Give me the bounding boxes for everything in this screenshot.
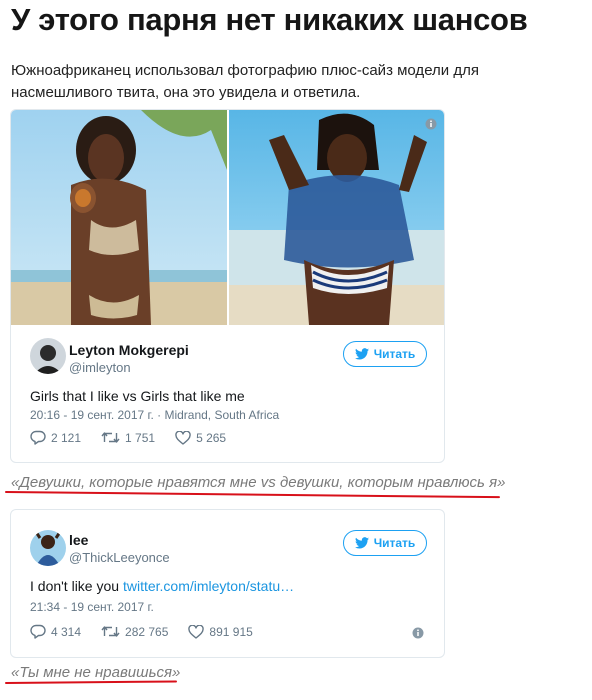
heart-icon bbox=[175, 430, 191, 445]
reply-count: 4 314 bbox=[51, 624, 82, 639]
follow-button[interactable]: Читать bbox=[343, 341, 427, 367]
like-count: 5 265 bbox=[196, 430, 227, 445]
follow-button[interactable]: Читать bbox=[343, 530, 427, 556]
article-title: У этого парня нет никаких шансов bbox=[11, 2, 528, 37]
reply-icon bbox=[30, 624, 46, 639]
tweet-actions: 2 121 1 751 5 265 bbox=[30, 430, 246, 445]
retweet-action[interactable]: 1 751 bbox=[101, 431, 155, 445]
retweet-count: 282 765 bbox=[125, 624, 169, 639]
tweet-card-lee[interactable]: lee @ThickLeeyonce Читать I don't like y… bbox=[10, 509, 445, 658]
tweet-timestamp-location[interactable]: 20:16 - 19 сент. 2017 г. · Midrand, Sout… bbox=[30, 408, 279, 422]
avatar-lee[interactable] bbox=[30, 530, 66, 566]
like-action[interactable]: 891 915 bbox=[188, 624, 253, 639]
author-name[interactable]: lee bbox=[69, 532, 88, 548]
retweet-count: 1 751 bbox=[125, 430, 156, 445]
red-underline-1 bbox=[4, 491, 500, 499]
retweet-action[interactable]: 282 765 bbox=[101, 625, 168, 639]
tweet-card-leyton[interactable]: Leyton Mokgerepi @imleyton Читать Girls … bbox=[10, 109, 445, 463]
twitter-bird-icon bbox=[354, 348, 369, 360]
tweet-actions: 4 314 282 765 891 915 bbox=[30, 624, 273, 639]
tweet-text: Girls that I like vs Girls that like me bbox=[30, 388, 245, 404]
follow-label: Читать bbox=[373, 347, 416, 361]
retweet-icon bbox=[101, 432, 120, 443]
caption-translation-2: «Ты мне не нравишься» bbox=[11, 664, 181, 681]
avatar-leyton[interactable] bbox=[30, 338, 66, 374]
red-underline-2 bbox=[4, 680, 178, 684]
info-icon[interactable] bbox=[425, 117, 437, 135]
reply-icon bbox=[30, 430, 46, 445]
tweet-photos[interactable] bbox=[11, 110, 444, 325]
author-handle[interactable]: @ThickLeeyonce bbox=[69, 550, 170, 565]
reply-action[interactable]: 2 121 bbox=[30, 430, 81, 445]
tweet-text: I don't like you twitter.com/imleyton/st… bbox=[30, 578, 294, 594]
tweet-link[interactable]: twitter.com/imleyton/statu… bbox=[123, 578, 294, 594]
tweet-text-prefix: I don't like you bbox=[30, 578, 123, 594]
article-lead: Южноафриканец использовал фотографию плю… bbox=[11, 62, 479, 101]
retweet-icon bbox=[101, 626, 120, 637]
author-name[interactable]: Leyton Mokgerepi bbox=[69, 342, 189, 358]
info-icon[interactable] bbox=[412, 626, 424, 644]
reply-action[interactable]: 4 314 bbox=[30, 624, 81, 639]
twitter-bird-icon bbox=[354, 537, 369, 549]
tweet-timestamp[interactable]: 21:34 - 19 сент. 2017 г. bbox=[30, 600, 154, 614]
author-handle[interactable]: @imleyton bbox=[69, 360, 131, 375]
photo-model-left[interactable] bbox=[11, 110, 227, 325]
like-action[interactable]: 5 265 bbox=[175, 430, 227, 445]
photo-model-right[interactable] bbox=[229, 110, 444, 325]
like-count: 891 915 bbox=[209, 624, 253, 639]
follow-label: Читать bbox=[373, 536, 416, 550]
caption-translation-1: «Девушки, которые нравятся мне vs девушк… bbox=[11, 474, 506, 491]
reply-count: 2 121 bbox=[51, 430, 82, 445]
heart-icon bbox=[188, 624, 205, 639]
